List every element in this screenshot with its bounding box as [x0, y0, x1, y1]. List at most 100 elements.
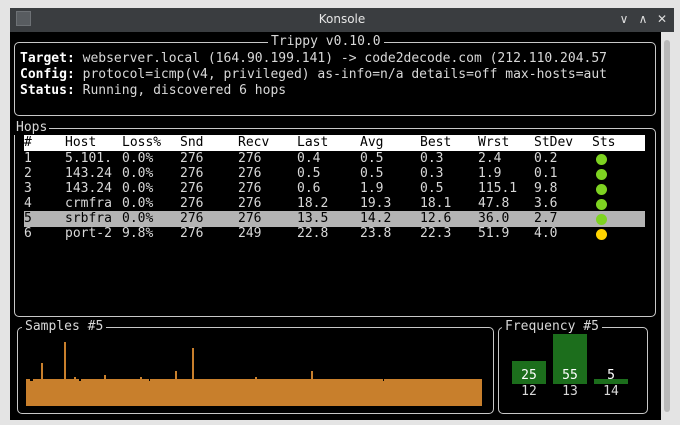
hop-cell-stdev: 3.6: [534, 196, 558, 211]
hop-cell-loss: 0.0%: [122, 196, 154, 211]
hop-cell-stdev: 0.1: [534, 166, 558, 181]
status-dot-icon: [596, 199, 607, 210]
hop-cell-best: 12.6: [420, 211, 452, 226]
hop-cell-avg: 23.8: [360, 226, 392, 241]
target-line: Target: webserver.local (164.90.199.141)…: [20, 51, 607, 67]
hop-cell-host: 143.24: [65, 181, 112, 196]
hop-cell-stdev: 0.2: [534, 151, 558, 166]
frequency-bar-value: 5: [607, 368, 615, 383]
window-title: Konsole: [318, 12, 366, 26]
hop-cell-loss: 0.0%: [122, 211, 154, 226]
hop-cell-num: 5: [24, 211, 32, 226]
hop-cell-last: 0.6: [297, 181, 321, 196]
sample-bar: [480, 379, 483, 406]
hop-cell-num: 1: [24, 151, 32, 166]
column-header-best: Best: [420, 135, 452, 150]
hop-cell-num: 6: [24, 226, 32, 241]
hop-cell-last: 0.4: [297, 151, 321, 166]
hop-cell-loss: 0.0%: [122, 166, 154, 181]
status-value: Running, discovered 6 hops: [74, 83, 287, 98]
status-dot-icon: [596, 169, 607, 180]
frequency-bar-value: 25: [521, 368, 537, 383]
hop-cell-avg: 0.5: [360, 151, 384, 166]
info-frame-title: Trippy v0.10.0: [268, 35, 384, 49]
status-dot-icon: [596, 154, 607, 165]
terminal-scrollbar[interactable]: [661, 32, 674, 420]
hop-cell-avg: 14.2: [360, 211, 392, 226]
hop-cell-snd: 276: [180, 181, 204, 196]
column-header-last: Last: [297, 135, 329, 150]
frequency-bar-label: 14: [603, 384, 619, 399]
status-line: Status: Running, discovered 6 hops: [20, 83, 286, 99]
hop-cell-host: 5.101.: [65, 151, 112, 166]
target-value: webserver.local (164.90.199.141) -> code…: [74, 51, 608, 66]
hop-cell-stdev: 2.7: [534, 211, 558, 226]
hop-cell-wrst: 51.9: [478, 226, 510, 241]
hop-cell-best: 0.3: [420, 166, 444, 181]
hop-cell-host: port-2: [65, 226, 112, 241]
column-header-avg: Avg: [360, 135, 384, 150]
hop-cell-host: 143.24: [65, 166, 112, 181]
status-dot-icon: [596, 184, 607, 195]
hop-cell-best: 0.5: [420, 181, 444, 196]
frequency-bar-label: 13: [562, 384, 578, 399]
hop-cell-wrst: 1.9: [478, 166, 502, 181]
hop-cell-best: 22.3: [420, 226, 452, 241]
hop-cell-stdev: 9.8: [534, 181, 558, 196]
hop-cell-wrst: 2.4: [478, 151, 502, 166]
config-value: protocol=icmp(v4, privileged) as-info=n/…: [74, 67, 608, 82]
hop-cell-last: 13.5: [297, 211, 329, 226]
column-header-snd: Snd: [180, 135, 204, 150]
hop-cell-loss: 0.0%: [122, 181, 154, 196]
scrollbar-thumb[interactable]: [664, 40, 670, 412]
hop-cell-snd: 276: [180, 226, 204, 241]
hop-cell-snd: 276: [180, 151, 204, 166]
frequency-bar-label: 12: [521, 384, 537, 399]
status-dot-icon: [596, 229, 607, 240]
column-header-num: #: [24, 135, 32, 150]
column-header-host: Host: [65, 135, 97, 150]
target-key: Target:: [20, 51, 75, 66]
hop-cell-snd: 276: [180, 196, 204, 211]
hop-cell-recv: 276: [238, 181, 262, 196]
hop-cell-host: crmfra: [65, 196, 112, 211]
config-key: Config:: [20, 67, 75, 82]
hop-cell-host: srbfra: [65, 211, 112, 226]
hop-cell-avg: 0.5: [360, 166, 384, 181]
hop-cell-stdev: 4.0: [534, 226, 558, 241]
column-header-status: Sts: [592, 135, 616, 150]
hop-cell-best: 18.1: [420, 196, 452, 211]
hop-cell-recv: 276: [238, 151, 262, 166]
hops-frame-title: Hops: [14, 120, 50, 135]
frequency-chart: 25 12 55 13 5 14: [502, 332, 642, 408]
window-titlebar[interactable]: Konsole ∨ ∧ ✕: [10, 8, 674, 32]
hop-cell-loss: 9.8%: [122, 226, 154, 241]
hop-cell-recv: 249: [238, 226, 262, 241]
hop-cell-avg: 19.3: [360, 196, 392, 211]
column-header-loss: Loss%: [122, 135, 162, 150]
hop-cell-wrst: 47.8: [478, 196, 510, 211]
status-dot-icon: [596, 214, 607, 225]
maximize-button[interactable]: ∧: [635, 11, 651, 27]
column-header-stdev: StDev: [534, 135, 574, 150]
samples-chart: [26, 332, 483, 406]
hop-cell-num: 3: [24, 181, 32, 196]
hop-cell-snd: 276: [180, 211, 204, 226]
hop-cell-best: 0.3: [420, 151, 444, 166]
hop-cell-loss: 0.0%: [122, 151, 154, 166]
hop-cell-avg: 1.9: [360, 181, 384, 196]
hop-cell-num: 4: [24, 196, 32, 211]
hop-cell-wrst: 36.0: [478, 211, 510, 226]
column-header-recv: Recv: [238, 135, 270, 150]
hop-cell-snd: 276: [180, 166, 204, 181]
minimize-button[interactable]: ∨: [616, 11, 632, 27]
status-key: Status:: [20, 83, 75, 98]
close-button[interactable]: ✕: [654, 11, 670, 27]
frequency-bar-value: 55: [562, 368, 578, 383]
hop-cell-last: 22.8: [297, 226, 329, 241]
hop-cell-recv: 276: [238, 196, 262, 211]
hop-cell-num: 2: [24, 166, 32, 181]
hop-cell-recv: 276: [238, 166, 262, 181]
column-header-wrst: Wrst: [478, 135, 510, 150]
terminal-area[interactable]: Trippy v0.10.0 Target: webserver.local (…: [10, 32, 661, 420]
